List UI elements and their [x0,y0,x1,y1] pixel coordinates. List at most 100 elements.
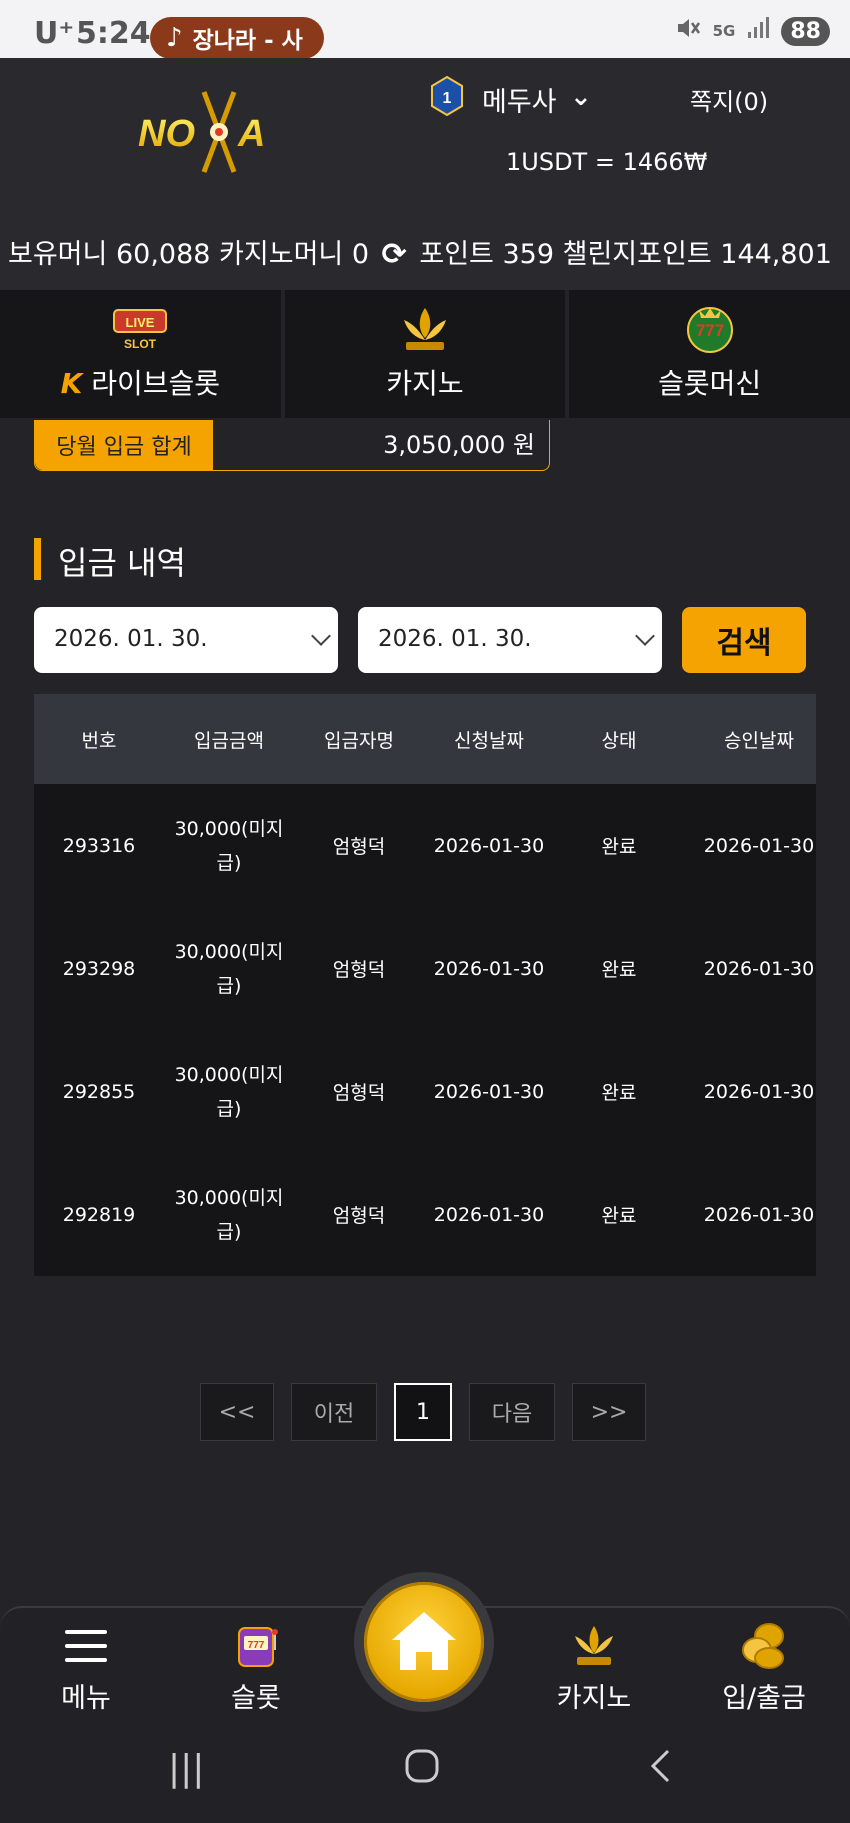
column-header-depositor: 입금자명 [324,729,394,752]
row-amount: 30,000(미지급) [174,1186,284,1243]
coin-stack-icon [739,1622,789,1670]
live-slot-icon: LIVE SLOT [111,304,169,354]
777-slots-icon: 777 [681,304,739,354]
pagination-first-button[interactable]: << [200,1383,274,1441]
pagination-last-button[interactable]: >> [572,1383,646,1441]
section-title: 입금 내역 [58,544,186,582]
table-row: 292855 30,000(미지급) 엄형덕 2026-01-30 완료 202… [34,1030,816,1153]
row-request-date: 2026-01-30 [433,957,545,980]
bottom-nav-casino[interactable]: 카지노 [524,1608,664,1728]
svg-text:SLOT: SLOT [124,337,157,351]
row-approval-date: 2026-01-30 [703,957,815,980]
table-header-row: 번호 입금금액 입금자명 신청날짜 상태 승인날짜 [34,694,816,784]
back-icon[interactable] [648,1748,672,1793]
signal-icon [747,16,770,46]
category-slot-machine[interactable]: 777 슬롯머신 [569,290,850,418]
category-casino[interactable]: 카지노 [284,290,566,418]
row-depositor: 엄형덕 [332,1205,386,1227]
challenge-point-label: 챌린지포인트 [562,238,712,270]
svg-text:777: 777 [248,1640,265,1651]
category-label: 카지노 [386,367,464,400]
bottom-nav-label: 카지노 [556,1683,632,1714]
media-playback-chip[interactable]: ♪ 장나라 - 사 [150,17,324,59]
row-amount: 30,000(미지급) [174,817,284,874]
pagination-next-button[interactable]: 다음 [469,1383,555,1441]
date-from-value: 2026. 01. 30. [54,626,208,652]
home-button[interactable] [354,1572,494,1712]
bottom-nav-label: 입/출금 [722,1683,806,1714]
row-request-date: 2026-01-30 [433,834,545,857]
row-status: 완료 [601,1082,637,1104]
status-icons: 5G 88 [675,16,830,46]
table-row: 292819 30,000(미지급) 엄형덕 2026-01-30 완료 202… [34,1153,816,1276]
monthly-total-label: 당월 입금 합계 [35,420,213,470]
home-icon [392,1612,456,1670]
bottom-nav-label: 슬롯 [231,1683,281,1714]
category-nav: LIVE SLOT K 라이브슬롯 카지노 777 슬롯머신 [0,290,850,418]
section-accent-bar [34,538,41,580]
home-nav-icon[interactable] [404,1748,440,1793]
slot-machine-icon: 777 [231,1622,281,1670]
casino-money-label: 카지노머니 [219,238,344,270]
pagination-page-1[interactable]: 1 [394,1383,452,1441]
row-depositor: 엄형덕 [332,836,386,858]
money-label: 보유머니 [8,238,108,270]
row-approval-date: 2026-01-30 [703,1203,815,1226]
svg-text:LIVE: LIVE [126,315,155,330]
pagination-prev-button[interactable]: 이전 [291,1383,377,1441]
svg-text:A: A [237,113,265,155]
date-to-value: 2026. 01. 30. [378,626,532,652]
search-button[interactable]: 검색 [682,607,806,673]
chevron-down-icon [635,626,655,646]
challenge-point-value: 144,801 [720,238,832,270]
system-nav-bar: ||| [0,1726,850,1823]
bottom-nav-menu[interactable]: 메뉴 [16,1608,156,1728]
category-live-slot[interactable]: LIVE SLOT K 라이브슬롯 [0,290,281,418]
nova-logo[interactable]: NO A [134,88,300,176]
money-value: 60,088 [115,238,211,270]
messages-link[interactable]: 쪽지(0) [690,82,768,117]
hamburger-menu-icon [61,1622,111,1670]
table-row: 293316 30,000(미지급) 엄형덕 2026-01-30 완료 202… [34,784,816,907]
carrier-label: U⁺ [34,16,75,51]
exchange-rate: 1USDT = 1466₩ [506,148,708,176]
username-label[interactable]: 메두사 [482,80,557,119]
row-approval-date: 2026-01-30 [703,834,815,857]
k-slot-lotus-icon [569,1622,619,1670]
row-status: 완료 [601,836,637,858]
status-bar: U⁺ 5:24 ♪ 장나라 - 사 5G 88 [0,0,850,59]
svg-text:1: 1 [443,90,452,107]
row-number: 293298 [62,957,136,980]
row-depositor: 엄형덕 [332,959,386,981]
music-note-icon: ♪ [166,23,183,53]
svg-text:NO: NO [138,113,195,155]
column-header-number: 번호 [81,729,117,752]
row-status: 완료 [601,1205,637,1227]
mute-vibrate-icon [675,16,701,46]
level-badge: 1 [430,75,464,117]
bottom-nav-slot[interactable]: 777 슬롯 [186,1608,326,1728]
row-request-date: 2026-01-30 [433,1080,545,1103]
status-clock: 5:24 [76,16,151,51]
refresh-icon[interactable]: ⟳ [382,227,407,283]
row-approval-date: 2026-01-30 [703,1080,815,1103]
point-label: 포인트 [419,238,494,270]
deposit-history-table[interactable]: 번호 입금금액 입금자명 신청날짜 상태 승인날짜 293316 30,000(… [34,694,816,1276]
column-header-request-date: 신청날짜 [454,729,524,752]
date-to-select[interactable]: 2026. 01. 30. [358,607,662,673]
chevron-down-icon[interactable]: ⌄ [570,82,592,112]
home-button-face [364,1582,484,1702]
recent-apps-icon[interactable]: ||| [168,1748,204,1789]
row-depositor: 엄형덕 [332,1082,386,1104]
point-value: 359 [502,238,555,270]
date-from-select[interactable]: 2026. 01. 30. [34,607,338,673]
table-row: 293298 30,000(미지급) 엄형덕 2026-01-30 완료 202… [34,907,816,1030]
bottom-nav-deposit-withdraw[interactable]: 입/출금 [694,1608,834,1728]
column-header-approval-date: 승인날짜 [724,729,794,752]
monthly-total-value: 3,050,000 원 [383,431,535,459]
media-title: 장나라 - 사 [192,28,303,54]
row-amount: 30,000(미지급) [174,1063,284,1120]
row-number: 292819 [62,1203,136,1226]
chevron-down-icon [311,626,331,646]
k-slot-lotus-icon [396,304,454,354]
